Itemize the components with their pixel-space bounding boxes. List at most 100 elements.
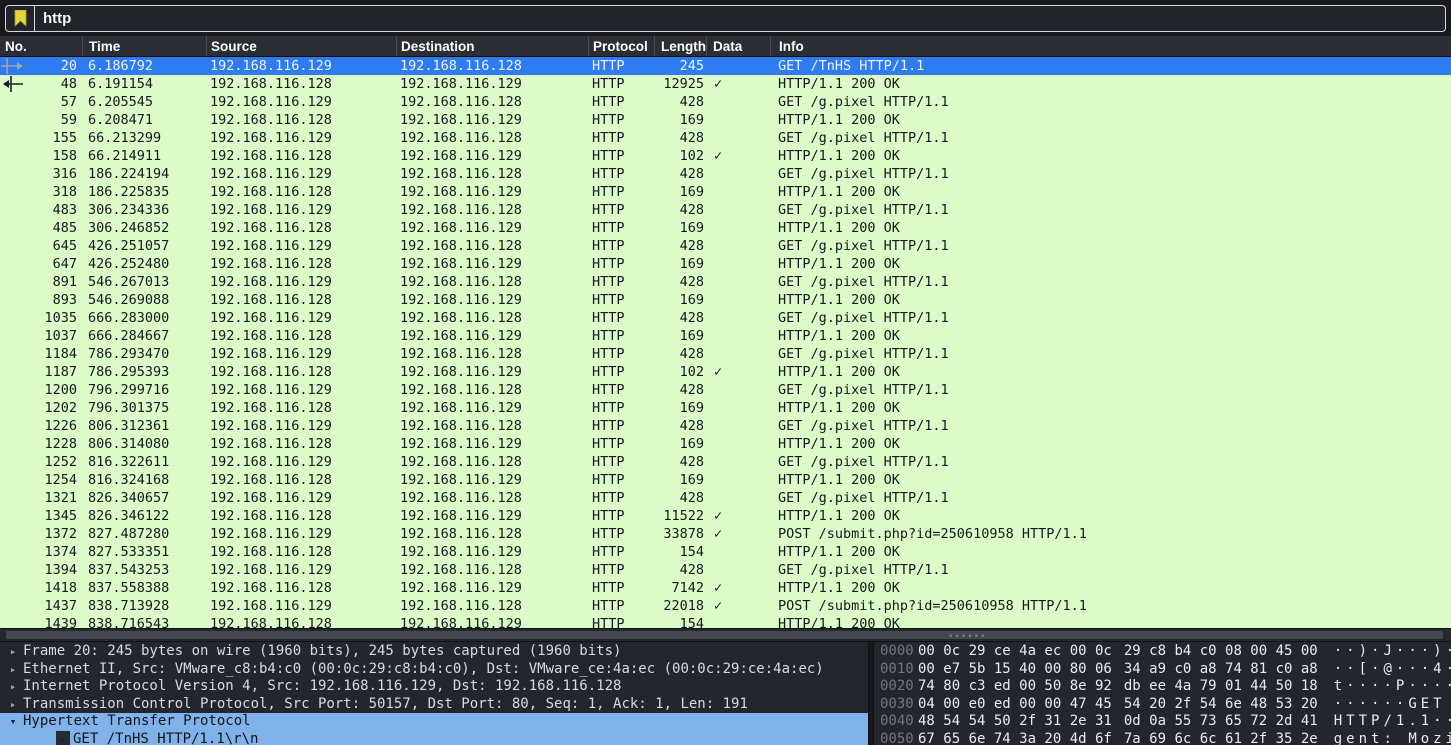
packet-info: HTTP/1.1 200 OK: [770, 399, 1451, 417]
packet-row[interactable]: 1439 838.716543 192.168.116.128 192.168.…: [0, 615, 1451, 628]
expander-collapsed-icon[interactable]: ▸: [6, 643, 20, 660]
packet-row[interactable]: 891 546.267013 192.168.116.129 192.168.1…: [0, 273, 1451, 291]
packet-data-check: [706, 399, 770, 417]
column-header-data[interactable]: Data: [706, 36, 770, 56]
packet-row[interactable]: 1374 827.533351 192.168.116.128 192.168.…: [0, 543, 1451, 561]
packet-row[interactable]: 1226 806.312361 192.168.116.129 192.168.…: [0, 417, 1451, 435]
packet-row[interactable]: 57 6.205545 192.168.116.129 192.168.116.…: [0, 93, 1451, 111]
column-header-info[interactable]: Info: [770, 36, 1451, 56]
packet-row[interactable]: 1372 827.487280 192.168.116.129 192.168.…: [0, 525, 1451, 543]
packet-length: 11522: [654, 507, 706, 525]
expander-collapsed-icon[interactable]: ▸: [6, 678, 20, 695]
packet-no: 1439: [24, 615, 82, 628]
related-packet-gutter: [0, 183, 24, 201]
column-header-destination[interactable]: Destination: [396, 36, 588, 56]
expander-collapsed-icon[interactable]: ▸: [6, 696, 20, 713]
packet-info: GET /g.pixel HTTP/1.1: [770, 93, 1451, 111]
packet-row[interactable]: 893 546.269088 192.168.116.128 192.168.1…: [0, 291, 1451, 309]
filter-input[interactable]: http: [5, 5, 1446, 32]
packet-row[interactable]: 48 6.191154 192.168.116.128 192.168.116.…: [0, 75, 1451, 93]
hex-row[interactable]: 0020 74 80 c3 ed 00 50 8e 92 db ee 4a 79…: [874, 678, 1451, 696]
packet-row[interactable]: 59 6.208471 192.168.116.128 192.168.116.…: [0, 111, 1451, 129]
column-header-time[interactable]: Time: [82, 36, 206, 56]
packet-data-check: ✓: [706, 147, 770, 165]
hex-row[interactable]: 0000 00 0c 29 ce 4a ec 00 0c 29 c8 b4 c0…: [874, 643, 1451, 661]
packet-row[interactable]: 1345 826.346122 192.168.116.128 192.168.…: [0, 507, 1451, 525]
hex-row[interactable]: 0030 04 00 e0 ed 00 00 47 45 54 20 2f 54…: [874, 696, 1451, 714]
packet-row[interactable]: 1254 816.324168 192.168.116.128 192.168.…: [0, 471, 1451, 489]
packet-row[interactable]: 158 66.214911 192.168.116.128 192.168.11…: [0, 147, 1451, 165]
packet-protocol: HTTP: [588, 255, 654, 273]
packet-data-check: [706, 291, 770, 309]
packet-destination: 192.168.116.129: [396, 363, 588, 381]
packet-row[interactable]: 647 426.252480 192.168.116.128 192.168.1…: [0, 255, 1451, 273]
related-request-arrow-icon: [0, 57, 24, 75]
packet-row[interactable]: 1202 796.301375 192.168.116.128 192.168.…: [0, 399, 1451, 417]
packet-protocol: HTTP: [588, 579, 654, 597]
packet-destination: 192.168.116.128: [396, 417, 588, 435]
column-header-protocol[interactable]: Protocol: [588, 36, 654, 56]
splitter-grip-icon[interactable]: ••••••: [948, 634, 987, 640]
packet-row[interactable]: 483 306.234336 192.168.116.129 192.168.1…: [0, 201, 1451, 219]
packet-no: 20: [24, 57, 82, 75]
packet-row[interactable]: 645 426.251057 192.168.116.129 192.168.1…: [0, 237, 1451, 255]
packet-row[interactable]: 1228 806.314080 192.168.116.128 192.168.…: [0, 435, 1451, 453]
column-header-source[interactable]: Source: [206, 36, 396, 56]
packet-row[interactable]: 1035 666.283000 192.168.116.129 192.168.…: [0, 309, 1451, 327]
packet-destination: 192.168.116.129: [396, 327, 588, 345]
packet-protocol: HTTP: [588, 597, 654, 615]
hscrollbar-thumb[interactable]: [6, 631, 1443, 639]
packet-destination: 192.168.116.129: [396, 147, 588, 165]
column-header-length[interactable]: Length: [654, 36, 706, 56]
packet-row[interactable]: 1437 838.713928 192.168.116.129 192.168.…: [0, 597, 1451, 615]
hex-row[interactable]: 0040 48 54 54 50 2f 31 2e 31 0d 0a 55 73…: [874, 713, 1451, 731]
hex-row[interactable]: 0050 67 65 6e 74 3a 20 4d 6f 7a 69 6c 6c…: [874, 731, 1451, 745]
packet-row[interactable]: 1418 837.558388 192.168.116.128 192.168.…: [0, 579, 1451, 597]
packet-length: 428: [654, 453, 706, 471]
detail-line[interactable]: ▸ Internet Protocol Version 4, Src: 192.…: [0, 678, 868, 696]
packet-row[interactable]: 1187 786.295393 192.168.116.128 192.168.…: [0, 363, 1451, 381]
packet-source: 192.168.116.128: [206, 615, 396, 628]
packet-row[interactable]: 1394 837.543253 192.168.116.129 192.168.…: [0, 561, 1451, 579]
expander-expanded-icon[interactable]: ▾: [6, 713, 20, 730]
hex-bytes-right: 0d 0a 55 73 65 72 2d 41: [1124, 713, 1318, 731]
packet-row[interactable]: 1321 826.340657 192.168.116.129 192.168.…: [0, 489, 1451, 507]
detail-line[interactable]: ▸ Ethernet II, Src: VMware_c8:b4:c0 (00:…: [0, 661, 868, 679]
detail-line[interactable]: ▾ Hypertext Transfer Protocol: [0, 713, 868, 731]
hex-offset: 0040: [880, 713, 916, 731]
detail-line[interactable]: ▸ Transmission Control Protocol, Src Por…: [0, 696, 868, 714]
hex-row[interactable]: 0010 00 e7 5b 15 40 00 80 06 34 a9 c0 a8…: [874, 661, 1451, 679]
column-header-no[interactable]: No.: [0, 36, 82, 56]
packet-no: 155: [24, 129, 82, 147]
packet-source: 192.168.116.129: [206, 57, 396, 75]
hex-ascii: ······GET /TnHS: [1334, 696, 1451, 714]
packet-row[interactable]: 485 306.246852 192.168.116.128 192.168.1…: [0, 219, 1451, 237]
packet-row[interactable]: 1184 786.293470 192.168.116.129 192.168.…: [0, 345, 1451, 363]
packet-time: 827.533351: [82, 543, 206, 561]
packet-data-check: ✓: [706, 525, 770, 543]
packet-row[interactable]: 155 66.213299 192.168.116.129 192.168.11…: [0, 129, 1451, 147]
packet-data-check: ✓: [706, 579, 770, 597]
packet-protocol: HTTP: [588, 525, 654, 543]
packet-no: 158: [24, 147, 82, 165]
packet-row[interactable]: 316 186.224194 192.168.116.129 192.168.1…: [0, 165, 1451, 183]
packet-row[interactable]: 1200 796.299716 192.168.116.129 192.168.…: [0, 381, 1451, 399]
packet-length: 7142: [654, 579, 706, 597]
packet-time: 306.246852: [82, 219, 206, 237]
packet-protocol: HTTP: [588, 561, 654, 579]
packet-list-hscrollbar[interactable]: ••••••: [0, 628, 1451, 641]
packet-row[interactable]: 1037 666.284667 192.168.116.128 192.168.…: [0, 327, 1451, 345]
packet-row[interactable]: 20 6.186792 192.168.116.129 192.168.116.…: [0, 57, 1451, 75]
detail-line[interactable]: ▸ GET /TnHS HTTP/1.1\r\n: [0, 731, 868, 745]
packet-row[interactable]: 318 186.225835 192.168.116.128 192.168.1…: [0, 183, 1451, 201]
packet-length: 169: [654, 327, 706, 345]
expander-collapsed-icon[interactable]: ▸: [56, 731, 70, 745]
packet-no: 1187: [24, 363, 82, 381]
packet-info: GET /g.pixel HTTP/1.1: [770, 273, 1451, 291]
packet-row[interactable]: 1252 816.322611 192.168.116.129 192.168.…: [0, 453, 1451, 471]
filter-bookmark-button[interactable]: [6, 6, 35, 31]
detail-line[interactable]: ▸ Frame 20: 245 bytes on wire (1960 bits…: [0, 643, 868, 661]
related-packet-gutter: [0, 561, 24, 579]
hex-ascii: gent: Mozilla/5.: [1334, 731, 1451, 745]
expander-collapsed-icon[interactable]: ▸: [6, 661, 20, 678]
